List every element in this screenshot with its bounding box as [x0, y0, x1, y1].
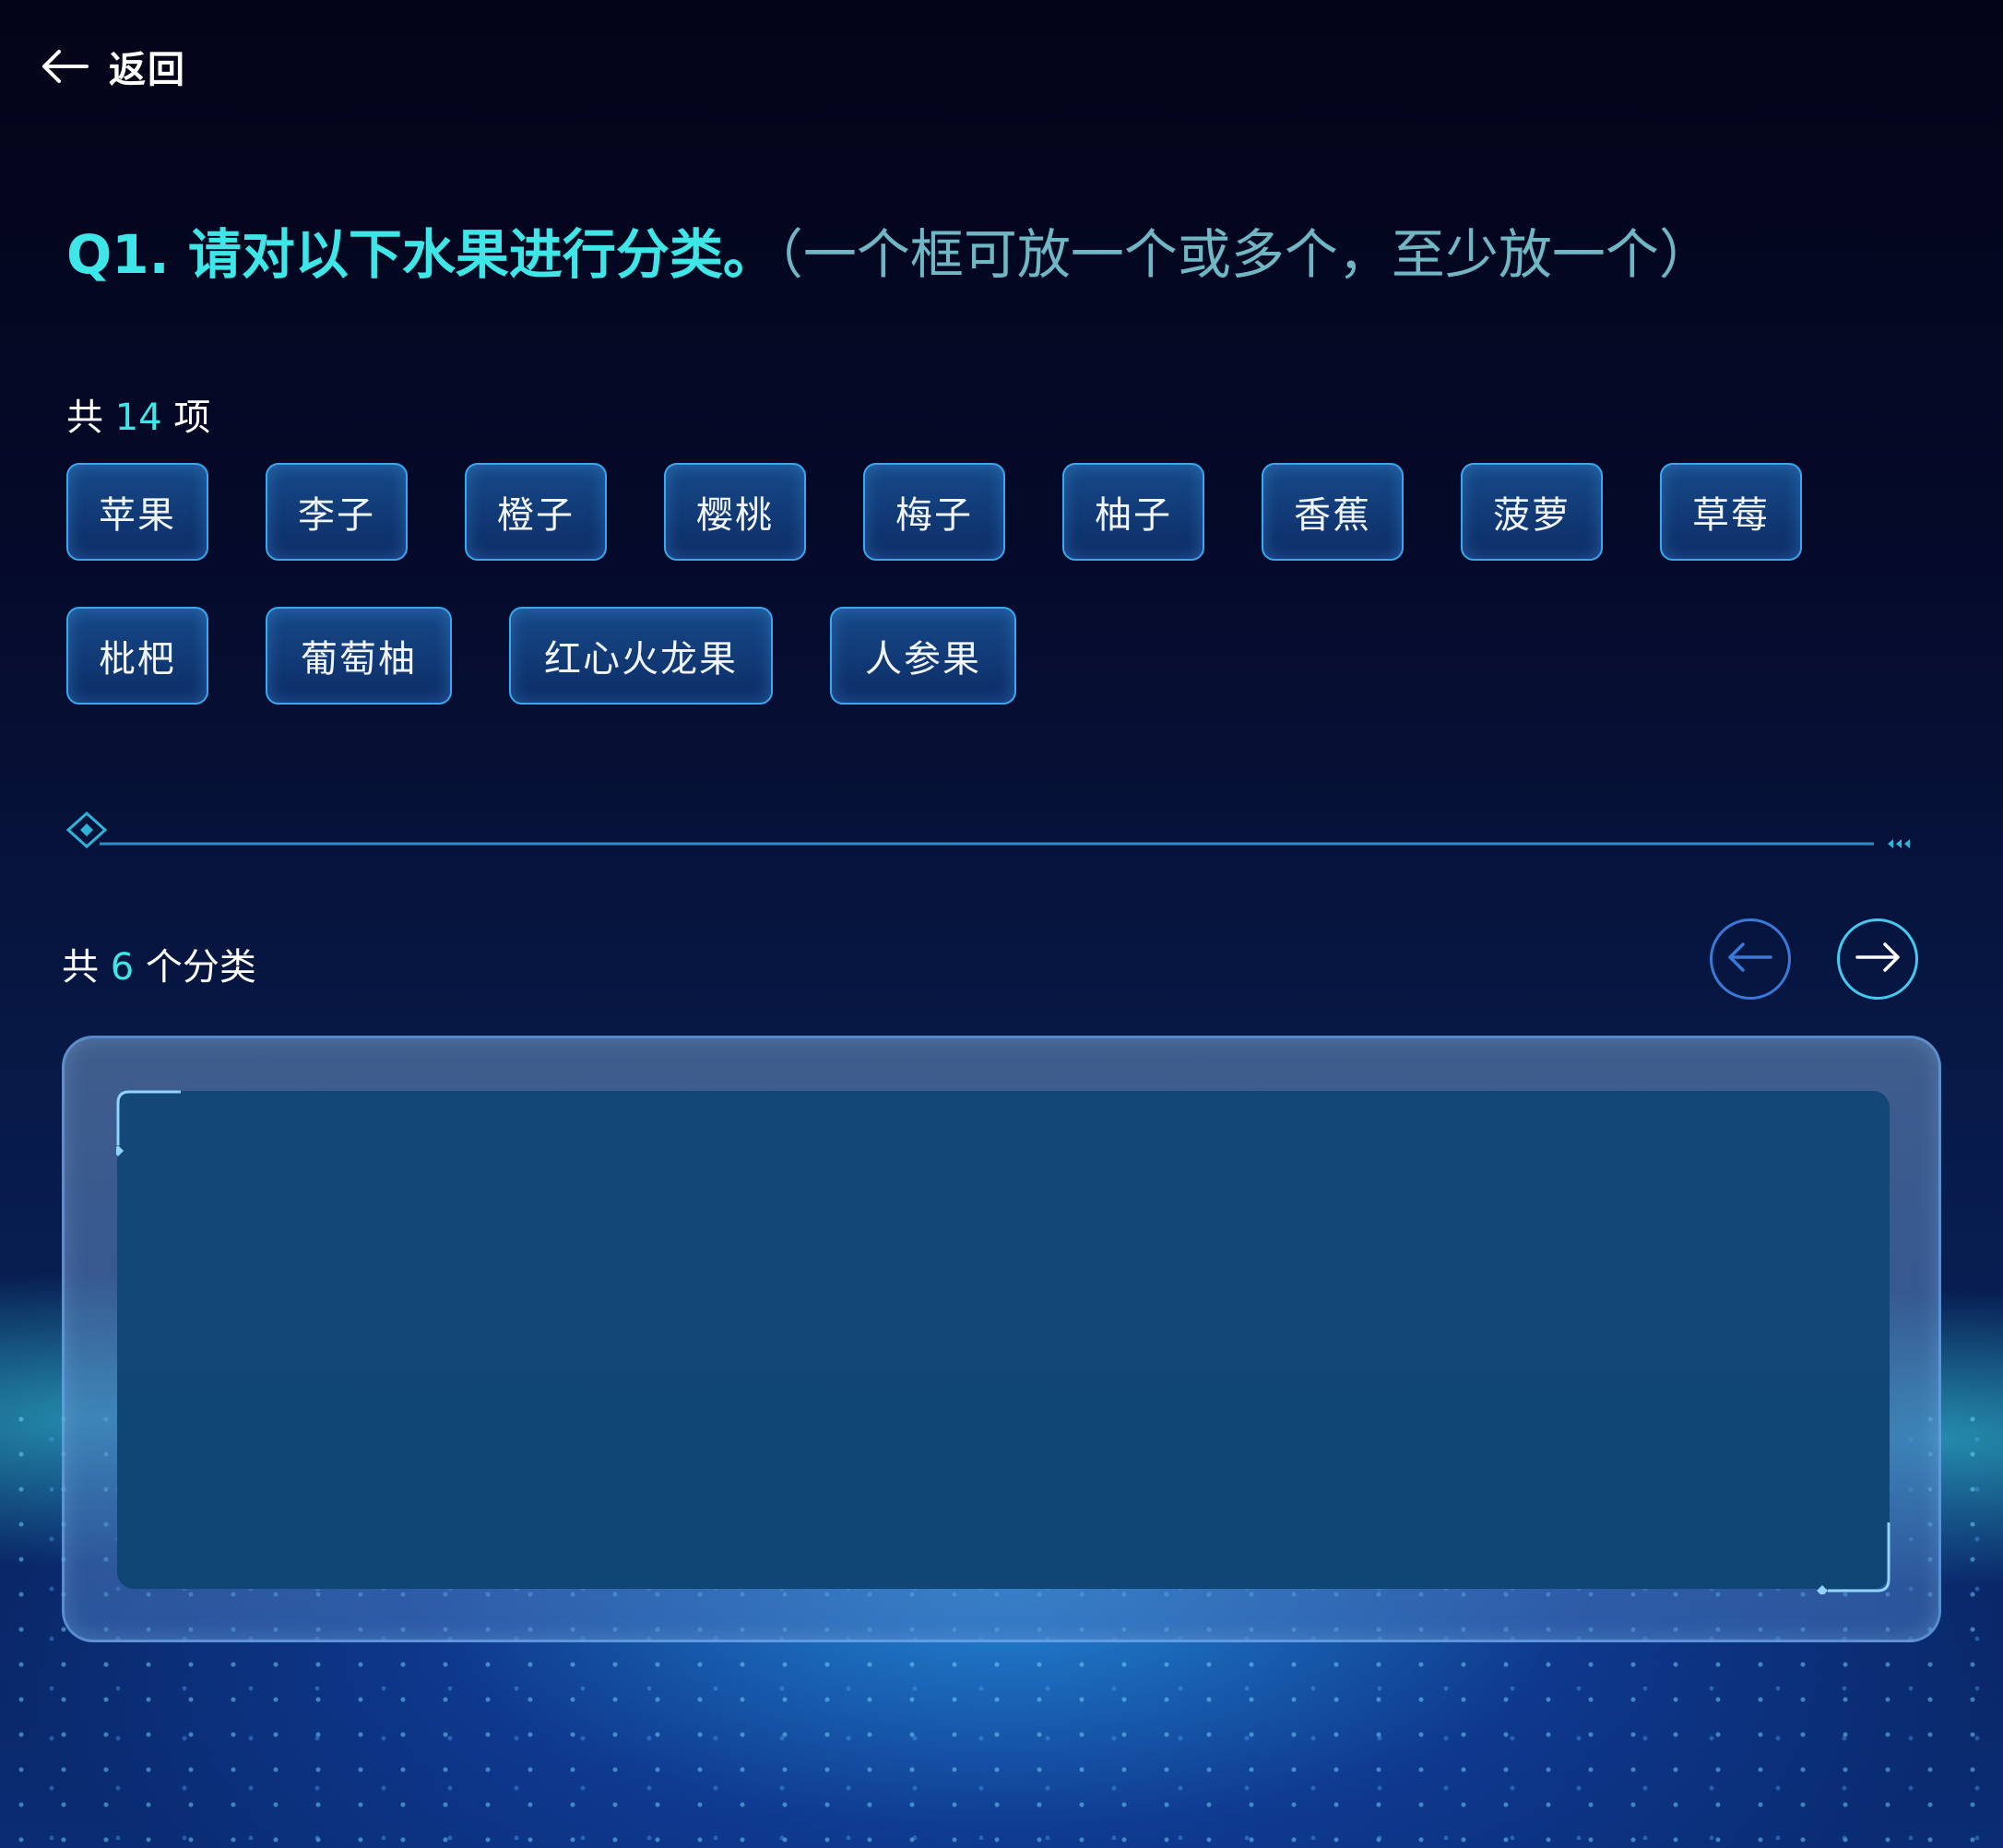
- arrow-left-icon: [1726, 941, 1774, 977]
- item-chip[interactable]: 橙子: [465, 463, 607, 561]
- item-chip[interactable]: 红心火龙果: [509, 607, 773, 705]
- categories-count-suffix: 个分类: [145, 946, 256, 989]
- categories-count-prefix: 共: [62, 946, 99, 989]
- corner-decoration-top-left: [116, 1090, 181, 1156]
- item-chip[interactable]: 樱桃: [664, 463, 806, 561]
- items-count-number: 14: [114, 397, 162, 439]
- section-divider: [66, 811, 1910, 848]
- items-count: 共 14 项: [66, 387, 210, 441]
- next-category-button[interactable]: [1837, 918, 1918, 1000]
- categories-count: 共 6 个分类: [62, 937, 256, 990]
- question-text: Q1. 请对以下水果进行分类。: [66, 223, 776, 286]
- categories-count-number: 6: [110, 946, 135, 989]
- item-chip[interactable]: 菠萝: [1461, 463, 1603, 561]
- items-count-prefix: 共: [66, 397, 103, 439]
- question-hint: （一个框可放一个或多个，至少放一个）: [776, 223, 1713, 286]
- item-chip[interactable]: 香蕉: [1262, 463, 1404, 561]
- item-chip[interactable]: 葡萄柚: [266, 607, 452, 705]
- back-label: 返回: [109, 49, 186, 91]
- category-drop-zone[interactable]: [117, 1091, 1890, 1589]
- arrow-right-icon: [1854, 941, 1902, 977]
- item-chip[interactable]: 草莓: [1660, 463, 1802, 561]
- item-chip[interactable]: 苹果: [66, 463, 208, 561]
- items-count-suffix: 项: [173, 397, 211, 439]
- category-panel: [62, 1036, 1941, 1642]
- item-chip-list: 苹果 李子 橙子 樱桃 梅子 柚子 香蕉 菠萝 草莓 枇杷 葡萄柚 红心火龙果 …: [66, 463, 1874, 705]
- prev-category-button[interactable]: [1710, 918, 1791, 1000]
- item-chip[interactable]: 枇杷: [66, 607, 208, 705]
- back-button[interactable]: 返回: [41, 41, 186, 92]
- item-chip[interactable]: 柚子: [1062, 463, 1204, 561]
- corner-decoration-bottom-right: [1817, 1522, 1890, 1594]
- arrow-left-icon: [41, 48, 89, 85]
- item-chip[interactable]: 李子: [266, 463, 408, 561]
- item-chip[interactable]: 梅子: [863, 463, 1005, 561]
- question-title: Q1. 请对以下水果进行分类。（一个框可放一个或多个，至少放一个）: [66, 218, 1713, 291]
- item-chip[interactable]: 人参果: [830, 607, 1016, 705]
